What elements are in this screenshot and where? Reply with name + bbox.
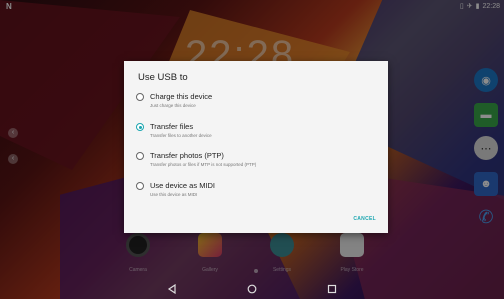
home-button[interactable] bbox=[242, 281, 262, 297]
recents-icon bbox=[327, 284, 337, 293]
option-label: Transfer photos (PTP) bbox=[150, 151, 224, 160]
option-label: Transfer files bbox=[150, 122, 194, 131]
option-description: Transfer files to another device bbox=[150, 133, 212, 138]
cancel-button[interactable]: CANCEL bbox=[353, 216, 376, 222]
option-description: Transfer photos or files if MTP is not s… bbox=[150, 162, 257, 167]
option-label: Use device as MIDI bbox=[150, 181, 216, 190]
usb-options-dialog: Use USB to Charge this device Just charg… bbox=[124, 61, 388, 233]
recents-button[interactable] bbox=[322, 281, 342, 297]
option-label: Charge this device bbox=[150, 92, 213, 101]
radio-button[interactable] bbox=[136, 93, 144, 101]
radio-button-selected[interactable] bbox=[136, 123, 144, 131]
back-icon bbox=[167, 283, 176, 294]
home-screen: N ▯ ✈ ▮ 22:28 22:28 ‹ ‹ ◉ ▬ ⋯ ☻ ✆ Camera… bbox=[0, 0, 504, 299]
navigation-bar bbox=[0, 278, 504, 299]
option-description: Use this device as MIDI bbox=[150, 192, 198, 197]
back-button[interactable] bbox=[162, 281, 182, 297]
radio-button[interactable] bbox=[136, 182, 144, 190]
radio-button[interactable] bbox=[136, 152, 144, 160]
option-description: Just charge this device bbox=[150, 103, 196, 108]
home-icon bbox=[247, 284, 257, 293]
dialog-title: Use USB to bbox=[138, 72, 188, 83]
